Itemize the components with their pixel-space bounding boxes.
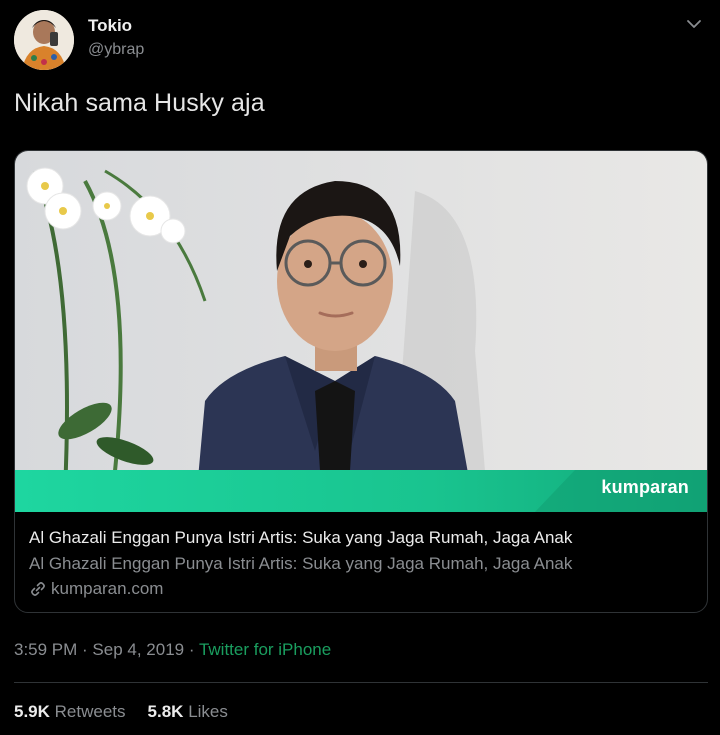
card-title[interactable]: Al Ghazali Enggan Punya Istri Artis: Suk… <box>29 528 572 548</box>
kumparan-logo: kumparan <box>601 477 689 497</box>
likes-count: 5.8K <box>147 702 184 721</box>
card-description: Al Ghazali Enggan Punya Istri Artis: Suk… <box>29 554 573 573</box>
tweet-time[interactable]: 3:59 PM <box>14 640 77 659</box>
link-preview-card[interactable]: kumparan Al Ghazali Enggan Punya Istri A… <box>14 150 708 613</box>
card-domain[interactable]: kumparan.com <box>29 579 163 599</box>
separator: · <box>184 640 199 659</box>
avatar[interactable] <box>14 10 74 70</box>
likes-stat[interactable]: 5.8K Likes <box>148 702 228 722</box>
likes-label: Likes <box>188 702 228 721</box>
retweets-stat[interactable]: 5.9K Retweets <box>14 702 126 722</box>
chevron-down-icon[interactable] <box>684 14 704 34</box>
link-icon <box>29 580 47 598</box>
separator: · <box>77 640 93 659</box>
tweet-text: Nikah sama Husky aja <box>14 89 265 117</box>
user-display-name[interactable]: Tokio <box>88 16 132 36</box>
card-meta[interactable]: Al Ghazali Enggan Punya Istri Artis: Suk… <box>15 512 707 612</box>
retweets-label: Retweets <box>54 702 126 721</box>
tweet-date[interactable]: Sep 4, 2019 <box>92 640 184 659</box>
tweet-stats: 5.9K Retweets 5.8K Likes <box>14 702 228 722</box>
card-domain-text: kumparan.com <box>51 579 164 598</box>
user-handle[interactable]: @ybrap <box>88 41 144 59</box>
retweets-count: 5.9K <box>14 702 50 721</box>
divider <box>14 682 708 683</box>
tweet-source-link[interactable]: Twitter for iPhone <box>199 640 331 659</box>
tweet-timestamp: 3:59 PM · Sep 4, 2019 · Twitter for iPho… <box>14 640 331 660</box>
card-image[interactable]: kumparan <box>15 151 707 512</box>
